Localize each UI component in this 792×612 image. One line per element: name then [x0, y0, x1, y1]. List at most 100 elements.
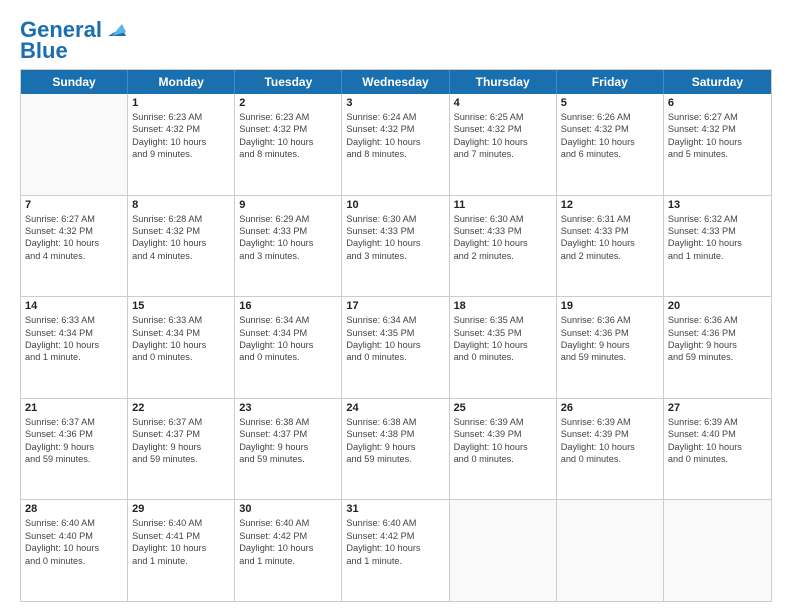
- cell-info-line: Daylight: 10 hours: [346, 542, 444, 554]
- cell-info-line: and 6 minutes.: [561, 148, 659, 160]
- day-cell-8: 8Sunrise: 6:28 AMSunset: 4:32 PMDaylight…: [128, 196, 235, 297]
- cell-info-line: Sunrise: 6:38 AM: [239, 416, 337, 428]
- cell-info-line: Sunrise: 6:26 AM: [561, 111, 659, 123]
- cell-info-line: Sunrise: 6:34 AM: [346, 314, 444, 326]
- cell-info-line: Daylight: 10 hours: [346, 339, 444, 351]
- day-number: 4: [454, 97, 552, 109]
- calendar-row-3: 21 Sunrise: 6:37 AM Sunset: 4:36 PM Dayligh…: [21, 399, 771, 501]
- cell-info-line: Sunrise: 6:40 AM: [346, 517, 444, 529]
- cell-info-line: Sunrise: 6:23 AM: [132, 111, 230, 123]
- day-number: 25: [454, 402, 552, 414]
- page: General Blue SundayMondayTue: [0, 0, 792, 612]
- cell-info-line: Daylight: 10 hours: [561, 237, 659, 249]
- cell-info-line: Daylight: 9 hours: [346, 441, 444, 453]
- calendar-row-1: 7Sunrise: 6:27 AMSunset: 4:32 PMDaylight…: [21, 196, 771, 298]
- cell-info-line: Sunset: 4:32 PM: [668, 123, 767, 135]
- cell-info-line: Daylight: 10 hours: [454, 441, 552, 453]
- day-cell-1: 1Sunrise: 6:23 AMSunset: 4:32 PMDaylight…: [128, 94, 235, 195]
- cell-info-line: Sunset: 4:35 PM: [454, 327, 552, 339]
- cell-info-line: Sunset: 4:32 PM: [132, 123, 230, 135]
- cell-info-line: and 0 minutes.: [454, 453, 552, 465]
- cell-info-line: Sunrise: 6:31 AM: [561, 213, 659, 225]
- cell-info-line: Sunset: 4:35 PM: [346, 327, 444, 339]
- cell-info-line: and 8 minutes.: [239, 148, 337, 160]
- empty-cell-0-0: [21, 94, 128, 195]
- cell-info-line: and 0 minutes.: [668, 453, 767, 465]
- day-cell-11: 11Sunrise: 6:30 AMSunset: 4:33 PMDayligh…: [450, 196, 557, 297]
- cell-info-line: and 59 minutes.: [561, 351, 659, 363]
- day-cell-14: 14Sunrise: 6:33 AMSunset: 4:34 PMDayligh…: [21, 297, 128, 398]
- cell-info-line: Sunrise: 6:24 AM: [346, 111, 444, 123]
- day-number: 28: [25, 503, 123, 515]
- cell-info-line: Sunset: 4:32 PM: [132, 225, 230, 237]
- cell-info-line: Daylight: 9 hours: [239, 441, 337, 453]
- day-number: 3: [346, 97, 444, 109]
- day-cell-19: 19Sunrise: 6:36 AMSunset: 4:36 PMDayligh…: [557, 297, 664, 398]
- cell-info-line: Daylight: 9 hours: [668, 339, 767, 351]
- cell-info-line: Sunset: 4:37 PM: [239, 428, 337, 440]
- day-cell-23: 23Sunrise: 6:38 AMSunset: 4:37 PMDayligh…: [235, 399, 342, 500]
- cell-info-line: and 4 minutes.: [25, 250, 123, 262]
- cell-info-line: Daylight: 10 hours: [668, 237, 767, 249]
- cell-info-line: Sunset: 4:32 PM: [25, 225, 123, 237]
- cell-info-line: Sunrise: 6:36 AM: [561, 314, 659, 326]
- cell-info-line: Sunrise: 6:37 AM: [132, 416, 230, 428]
- day-number: 15: [132, 300, 230, 312]
- day-cell-5: 5Sunrise: 6:26 AMSunset: 4:32 PMDaylight…: [557, 94, 664, 195]
- day-cell-28: 28Sunrise: 6:40 AMSunset: 4:40 PMDayligh…: [21, 500, 128, 601]
- cell-info-line: Sunset: 4:36 PM: [25, 428, 123, 440]
- cell-info-line: Sunrise: 6:40 AM: [132, 517, 230, 529]
- cell-info-line: Daylight: 10 hours: [668, 441, 767, 453]
- cell-info-line: and 59 minutes.: [132, 453, 230, 465]
- cell-info-line: Sunset: 4:34 PM: [132, 327, 230, 339]
- day-number: 21: [25, 402, 123, 414]
- cell-info-line: Sunrise: 6:28 AM: [132, 213, 230, 225]
- cell-info-line: Sunrise: 6:32 AM: [668, 213, 767, 225]
- cell-info-line: Daylight: 10 hours: [346, 136, 444, 148]
- day-number: 18: [454, 300, 552, 312]
- day-cell-12: 12Sunrise: 6:31 AMSunset: 4:33 PMDayligh…: [557, 196, 664, 297]
- cell-info-line: Sunrise: 6:33 AM: [25, 314, 123, 326]
- cell-info-line: Sunrise: 6:30 AM: [454, 213, 552, 225]
- day-number: 16: [239, 300, 337, 312]
- header-day-wednesday: Wednesday: [342, 70, 449, 94]
- cell-info-line: and 2 minutes.: [454, 250, 552, 262]
- cell-info-line: and 1 minute.: [346, 555, 444, 567]
- day-cell-18: 18Sunrise: 6:35 AMSunset: 4:35 PMDayligh…: [450, 297, 557, 398]
- day-number: 6: [668, 97, 767, 109]
- cell-info-line: Daylight: 10 hours: [454, 237, 552, 249]
- cell-info-line: Daylight: 10 hours: [239, 136, 337, 148]
- cell-info-line: Sunrise: 6:40 AM: [25, 517, 123, 529]
- cell-info-line: and 59 minutes.: [668, 351, 767, 363]
- cell-info-line: Sunset: 4:42 PM: [239, 530, 337, 542]
- cell-info-line: Sunset: 4:36 PM: [668, 327, 767, 339]
- cell-info-line: Daylight: 10 hours: [346, 237, 444, 249]
- cell-info-line: and 59 minutes.: [239, 453, 337, 465]
- cell-info-line: Sunrise: 6:39 AM: [668, 416, 767, 428]
- empty-cell-4-6: [664, 500, 771, 601]
- day-cell-16: 16Sunrise: 6:34 AMSunset: 4:34 PMDayligh…: [235, 297, 342, 398]
- header-day-thursday: Thursday: [450, 70, 557, 94]
- cell-info-line: and 59 minutes.: [25, 453, 123, 465]
- logo-blue: Blue: [20, 38, 68, 63]
- cell-info-line: Sunrise: 6:25 AM: [454, 111, 552, 123]
- day-cell-21: 21Sunrise: 6:37 AMSunset: 4:36 PMDayligh…: [21, 399, 128, 500]
- day-number: 8: [132, 199, 230, 211]
- cell-info-line: Sunset: 4:39 PM: [561, 428, 659, 440]
- cell-info-line: and 1 minute.: [25, 351, 123, 363]
- header-day-saturday: Saturday: [664, 70, 771, 94]
- day-number: 20: [668, 300, 767, 312]
- day-number: 22: [132, 402, 230, 414]
- cell-info-line: and 0 minutes.: [346, 351, 444, 363]
- day-cell-15: 15Sunrise: 6:33 AMSunset: 4:34 PMDayligh…: [128, 297, 235, 398]
- empty-cell-4-4: [450, 500, 557, 601]
- day-number: 12: [561, 199, 659, 211]
- calendar-body: 1Sunrise: 6:23 AMSunset: 4:32 PMDaylight…: [21, 94, 771, 601]
- day-number: 5: [561, 97, 659, 109]
- cell-info-line: Sunset: 4:32 PM: [561, 123, 659, 135]
- day-number: 30: [239, 503, 337, 515]
- day-number: 9: [239, 199, 337, 211]
- cell-info-line: Sunset: 4:33 PM: [239, 225, 337, 237]
- day-cell-30: 30Sunrise: 6:40 AMSunset: 4:42 PMDayligh…: [235, 500, 342, 601]
- cell-info-line: and 5 minutes.: [668, 148, 767, 160]
